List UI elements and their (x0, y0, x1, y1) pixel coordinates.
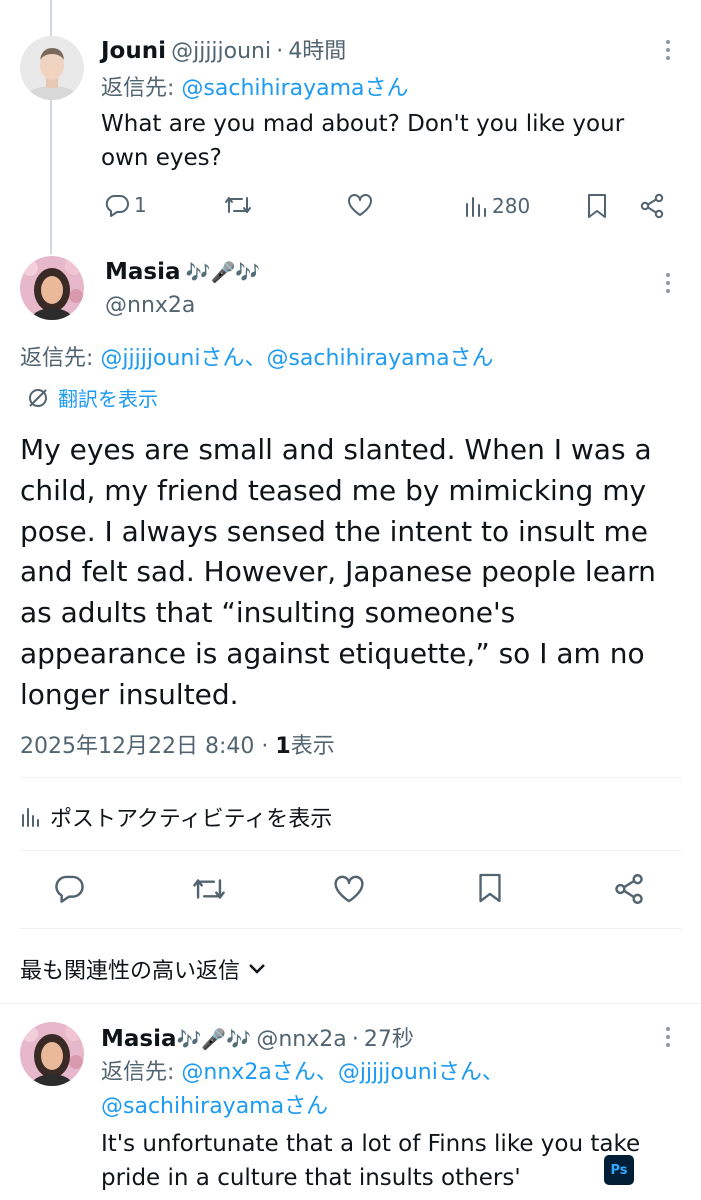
separator: · (351, 1027, 359, 1052)
share-button[interactable] (639, 193, 665, 219)
divider (20, 777, 682, 778)
post-timestamp[interactable]: 2025年12月22日 8:40 (20, 734, 254, 759)
reply-to-line: 返信先: @jjjjjouniさん、@sachihirayamaさん (20, 340, 494, 372)
retweet-button[interactable] (192, 875, 226, 903)
share-icon (640, 193, 664, 219)
post-text: What are you mad about? Don't you like y… (101, 111, 625, 171)
translate-icon (29, 388, 47, 407)
separator: · (261, 734, 269, 759)
divider (20, 928, 682, 929)
reply-to-label: 返信先: (101, 1060, 175, 1085)
like-button[interactable] (346, 193, 374, 217)
author-name[interactable]: Masia (105, 259, 181, 285)
mention-link[interactable]: @sachihirayamaさん (181, 76, 408, 101)
heart-icon (334, 875, 364, 903)
share-button[interactable] (613, 873, 645, 905)
separator: · (276, 39, 284, 64)
post-activity-link[interactable]: ポストアクティビティを表示 (20, 801, 332, 833)
views-count: 1 (275, 734, 291, 759)
retweet-icon (225, 197, 251, 213)
reply-icon (105, 195, 129, 217)
retweet-icon (193, 879, 225, 899)
post-time[interactable]: 27秒 (364, 1027, 414, 1052)
app-watermark-badge: Ps (604, 1155, 634, 1185)
name-emojis: 🎶🎤🎶 (185, 260, 261, 284)
more-vertical-icon[interactable] (665, 1027, 671, 1051)
mention-link[interactable]: @sachihirayamaさん (101, 1094, 328, 1119)
name-emojis: 🎶🎤🎶 (176, 1027, 252, 1051)
views-count: 280 (492, 194, 531, 218)
reply-count: 1 (134, 193, 147, 217)
badge-text: Ps (610, 1162, 628, 1178)
post-text: It's unfortunate that a lot of Finns lik… (101, 1131, 641, 1191)
reply-button[interactable] (53, 873, 85, 903)
chevron-down-icon (249, 964, 265, 974)
divider (0, 1003, 701, 1004)
like-button[interactable] (332, 874, 366, 904)
mention-joiner: 、 (481, 1060, 504, 1085)
heart-icon (348, 194, 372, 216)
mention-link[interactable]: @jjjjjouniさん (100, 346, 244, 371)
share-icon (615, 873, 643, 905)
author-handle[interactable]: @jjjjjouni (171, 39, 271, 64)
bookmark-button[interactable] (586, 193, 608, 219)
author-handle[interactable]: @nnx2a (105, 293, 195, 318)
mention-joiner: 、 (244, 346, 267, 371)
translate-link[interactable]: 翻訳を表示 (26, 383, 158, 412)
reply-to-line: 返信先: @nnx2aさん、@jjjjjouniさん、 @sachihiraya… (101, 1056, 671, 1124)
bookmark-icon (479, 873, 501, 903)
mention-link[interactable]: @jjjjjouniさん (338, 1060, 482, 1085)
views-button[interactable]: 280 (464, 194, 530, 218)
translate-label: 翻訳を表示 (58, 387, 158, 411)
post-text: My eyes are small and slanted. When I wa… (20, 433, 656, 711)
avatar-masia[interactable] (20, 256, 84, 320)
reply-to-label: 返信先: (20, 346, 94, 371)
post-time[interactable]: 4時間 (288, 39, 346, 64)
author-name[interactable]: Jouni (101, 38, 166, 64)
avatar-masia[interactable] (20, 1022, 84, 1086)
replies-sort-button[interactable]: 最も関連性の高い返信 (20, 953, 266, 985)
author-handle[interactable]: @nnx2a (256, 1027, 346, 1052)
timestamp-line: 2025年12月22日 8:40 · 1表示 (20, 728, 335, 760)
main-author: Masia 🎶🎤🎶 (105, 259, 260, 285)
reply-to-label: 返信先: (101, 76, 175, 101)
divider (20, 850, 682, 851)
mention-link[interactable]: @sachihirayamaさん (266, 346, 493, 371)
bar-chart-icon (22, 808, 39, 827)
avatar-jouni[interactable] (20, 36, 84, 100)
reply-icon (55, 875, 84, 903)
bookmark-icon (588, 194, 606, 218)
reply-button[interactable]: 1 (104, 193, 147, 217)
bar-chart-icon (466, 197, 486, 217)
reply-to-line: 返信先: @sachihirayamaさん (101, 70, 409, 102)
author-name[interactable]: Masia (101, 1026, 177, 1052)
post-activity-label: ポストアクティビティを表示 (50, 807, 333, 832)
reply-header: Jouni @jjjjjouni · 4時間 (101, 33, 346, 65)
more-vertical-icon[interactable] (665, 273, 671, 297)
mention-joiner: 、 (315, 1060, 338, 1085)
views-label: 表示 (290, 734, 335, 759)
mention-link[interactable]: @nnx2aさん (181, 1060, 315, 1085)
more-vertical-icon[interactable] (665, 40, 671, 64)
sort-label: 最も関連性の高い返信 (20, 959, 241, 984)
bookmark-button[interactable] (477, 872, 503, 904)
reply-header: Masia🎶🎤🎶 @nnx2a · 27秒 (101, 1021, 414, 1053)
retweet-button[interactable] (224, 194, 252, 216)
